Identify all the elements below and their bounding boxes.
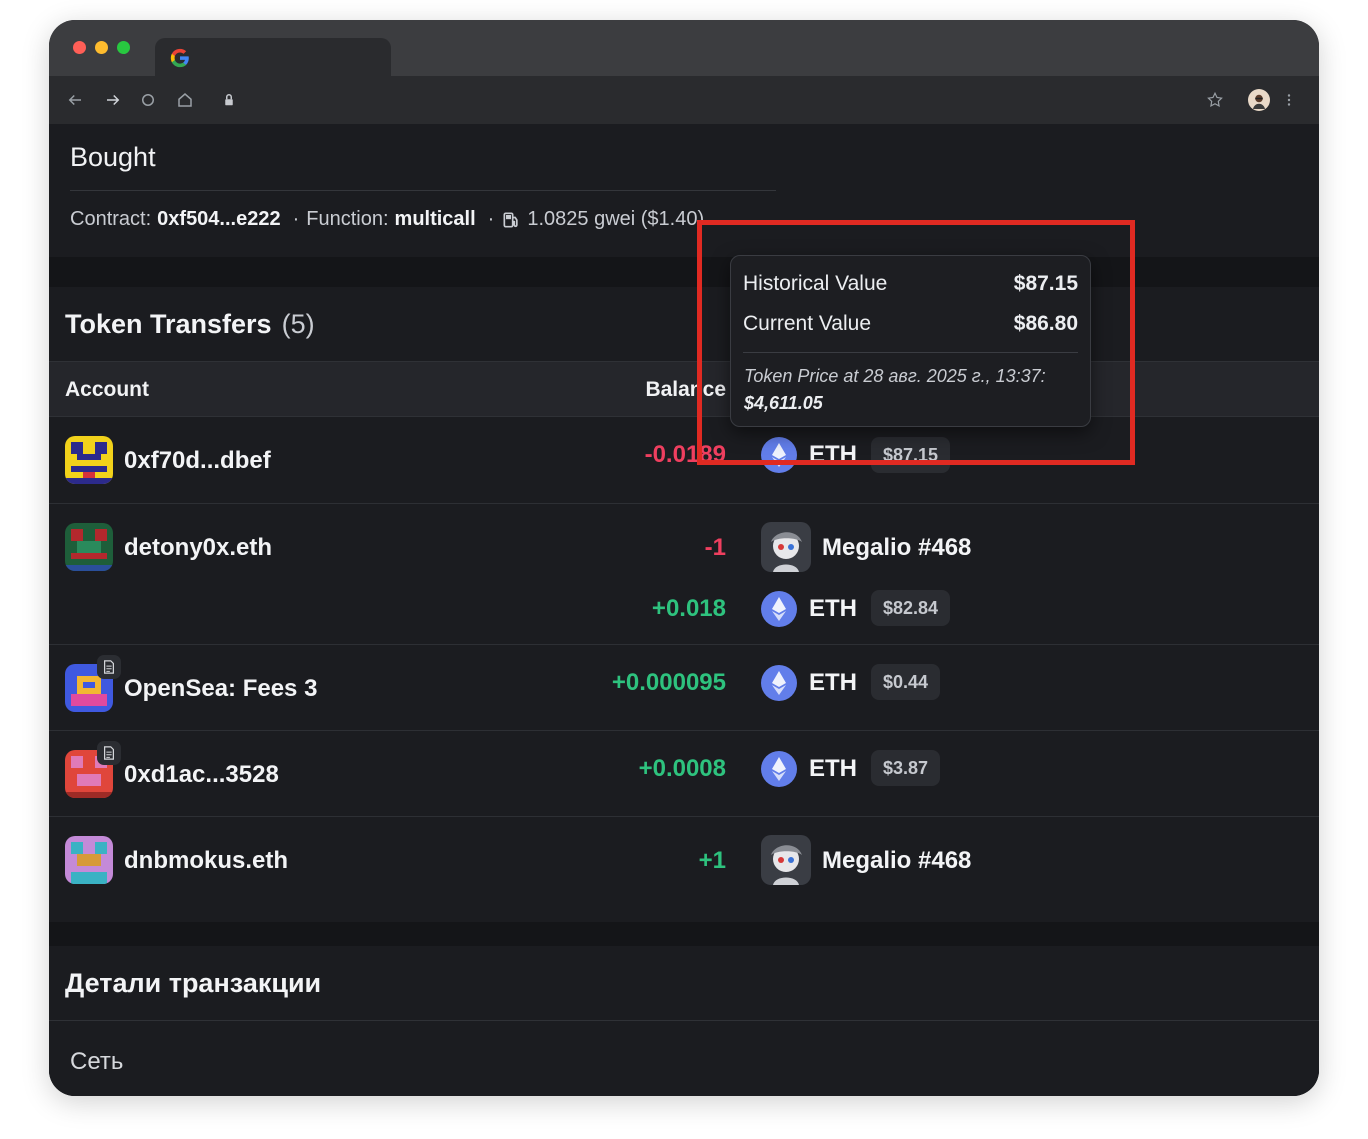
page-content: Bought Contract: 0xf504...e222 · Functio… [49, 124, 1319, 1096]
token-transfers-title: Token Transfers [65, 309, 272, 339]
star-icon[interactable] [1205, 90, 1225, 110]
separator: · [292, 208, 300, 230]
browser-tab[interactable] [155, 38, 391, 78]
gas-price: 1.0825 gwei ($1.40) [527, 208, 705, 230]
reload-icon[interactable] [138, 90, 158, 110]
back-arrow-icon[interactable] [65, 90, 85, 110]
account-link[interactable]: 0xf70d...dbef [124, 447, 271, 475]
tab-bar [49, 20, 1319, 78]
transaction-details-card: Детали транзакции Сеть [49, 946, 1319, 1096]
section-title: Token Transfers (5) [65, 309, 315, 340]
home-icon[interactable] [175, 90, 195, 110]
forward-arrow-icon[interactable] [103, 90, 123, 110]
balance-change: +0.0008 [638, 755, 726, 782]
table-row[interactable]: OpenSea: Fees 3 +0.000095 ETH $0.44 [49, 645, 1319, 731]
token-symbol[interactable]: ETH [809, 595, 857, 623]
usd-value-badge[interactable]: $3.87 [871, 750, 941, 786]
nft-name-link[interactable]: Megalio #468 [822, 847, 971, 875]
nft-name-link[interactable]: Megalio #468 [822, 534, 971, 562]
account-avatar [65, 836, 113, 884]
account-link[interactable]: dnbmokus.eth [124, 847, 288, 875]
token-symbol[interactable]: ETH [809, 755, 857, 783]
gas-pump-icon [503, 212, 519, 227]
transfer-count: (5) [281, 309, 315, 339]
maximize-window-button[interactable] [117, 41, 130, 54]
balance-change: -1 [704, 534, 726, 561]
more-vert-icon[interactable] [1279, 90, 1299, 110]
contract-icon [97, 741, 121, 765]
network-label: Сеть [70, 1048, 124, 1075]
section-title: Детали транзакции [65, 968, 322, 998]
eth-icon [761, 751, 797, 787]
table-row[interactable]: 0xd1ac...3528 +0.0008 ETH $3.87 [49, 731, 1319, 817]
separator: · [487, 208, 495, 230]
function-value: multicall [394, 208, 476, 230]
close-window-button[interactable] [73, 41, 86, 54]
table-row[interactable]: dnbmokus.eth +1 Megalio #468 [49, 817, 1319, 904]
contract-icon [97, 655, 121, 679]
profile-avatar[interactable] [1248, 89, 1270, 111]
balance-change: +0.000095 [611, 669, 726, 696]
contract-address-link[interactable]: 0xf504...e222 [157, 208, 280, 231]
account-link[interactable]: 0xd1ac...3528 [124, 761, 279, 789]
eth-icon [761, 665, 797, 701]
balance-change: +0.018 [651, 595, 726, 622]
divider [49, 1020, 1319, 1021]
highlight-box [697, 220, 1135, 465]
account-link[interactable]: OpenSea: Fees 3 [124, 675, 317, 703]
contract-label: Contract: [70, 208, 152, 230]
eth-icon [761, 591, 797, 627]
minimize-window-button[interactable] [95, 41, 108, 54]
table-row[interactable]: detony0x.eth -1 Megalio #468 +0.018 ETH … [49, 504, 1319, 645]
usd-value-badge[interactable]: $82.84 [871, 590, 951, 626]
nft-thumbnail[interactable] [761, 835, 811, 885]
function-label: Function: [306, 208, 389, 230]
browser-toolbar [49, 76, 1319, 124]
action-title: Bought [70, 142, 156, 172]
account-link[interactable]: detony0x.eth [124, 534, 272, 562]
account-avatar [65, 523, 113, 571]
usd-value-badge[interactable]: $0.44 [871, 664, 941, 700]
balance-change: +1 [698, 847, 726, 874]
nft-thumbnail[interactable] [761, 522, 811, 572]
column-header-account: Account [65, 378, 149, 401]
browser-window: Bought Contract: 0xf504...e222 · Functio… [49, 20, 1319, 1096]
divider [70, 190, 776, 191]
lock-icon [219, 90, 239, 110]
transaction-meta: Contract: 0xf504...e222 · Function: mult… [70, 208, 704, 231]
account-avatar [65, 436, 113, 484]
token-symbol[interactable]: ETH [809, 669, 857, 697]
google-icon [170, 48, 189, 68]
